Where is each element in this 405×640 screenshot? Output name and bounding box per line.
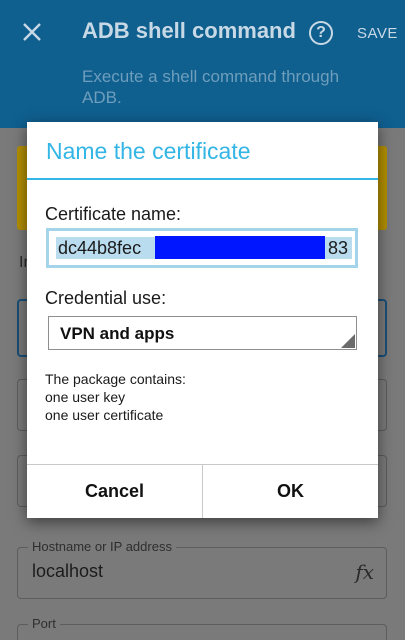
- close-icon[interactable]: [20, 20, 44, 44]
- credential-use-value: VPN and apps: [60, 324, 175, 343]
- credential-use-label: Credential use:: [45, 288, 167, 308]
- hostname-label: Hostname or IP address: [28, 539, 176, 554]
- certificate-name-end: 83: [328, 238, 349, 258]
- cancel-button[interactable]: Cancel: [27, 465, 202, 518]
- port-field[interactable]: Port: [17, 616, 387, 640]
- help-icon[interactable]: ?: [309, 21, 333, 45]
- dropdown-corner-icon: [341, 334, 355, 348]
- app-title: ADB shell command: [82, 18, 296, 43]
- app-bar: ADB shell command ? SAVE Execute a shell…: [0, 0, 405, 128]
- app-subtitle: Execute a shell command through ADB.: [82, 67, 340, 107]
- redaction-box: [155, 236, 325, 259]
- name-certificate-dialog: Name the certificate Certificate name: d…: [27, 122, 378, 518]
- dialog-title-divider: [27, 178, 378, 180]
- variable-fx-icon[interactable]: fx: [355, 560, 374, 584]
- package-item-key: one user key: [45, 389, 126, 405]
- certificate-name-start: dc44b8fec: [58, 238, 142, 258]
- credential-use-select[interactable]: VPN and apps: [48, 316, 357, 350]
- ok-button[interactable]: OK: [203, 465, 378, 518]
- hostname-value: localhost: [32, 561, 104, 581]
- port-label: Port: [28, 616, 60, 631]
- dialog-title: Name the certificate: [46, 138, 251, 164]
- certificate-name-label: Certificate name:: [45, 204, 182, 224]
- package-item-certificate: one user certificate: [45, 407, 164, 423]
- package-header: The package contains:: [45, 371, 186, 387]
- save-button[interactable]: SAVE: [357, 25, 398, 42]
- package-contents: The package contains: one user key one u…: [45, 370, 186, 424]
- certificate-name-input[interactable]: dc44b8fec 83: [46, 228, 358, 268]
- hostname-field[interactable]: Hostname or IP address localhost fx: [17, 539, 387, 599]
- dialog-button-bar: Cancel OK: [27, 464, 378, 518]
